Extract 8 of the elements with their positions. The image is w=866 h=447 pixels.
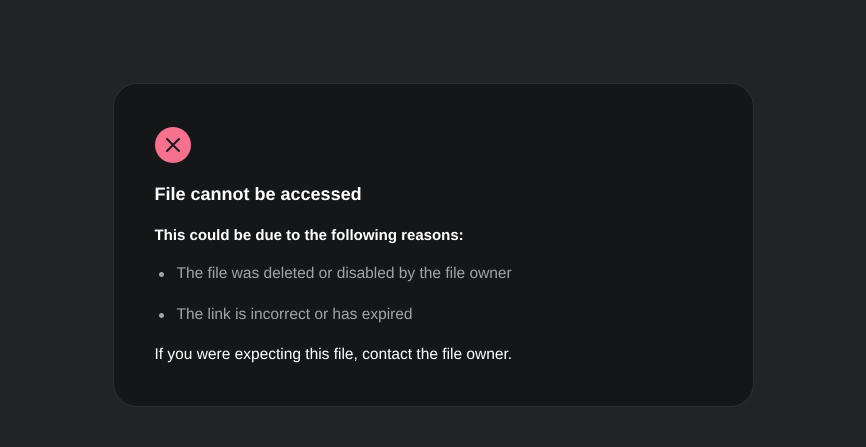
footer-text: If you were expecting this file, contact the file owner. [154,345,514,365]
bullet-icon [158,312,164,318]
close-circle-icon [154,127,190,163]
reason-text: The link is incorrect or has expired [176,305,413,325]
bullet-icon [158,272,164,276]
reasons-heading: This could be due to the following reasons: [154,226,465,246]
reason-text: The file was deleted or disabled by the file owner [176,264,512,284]
dialog-title: File cannot be accessed [154,183,363,205]
